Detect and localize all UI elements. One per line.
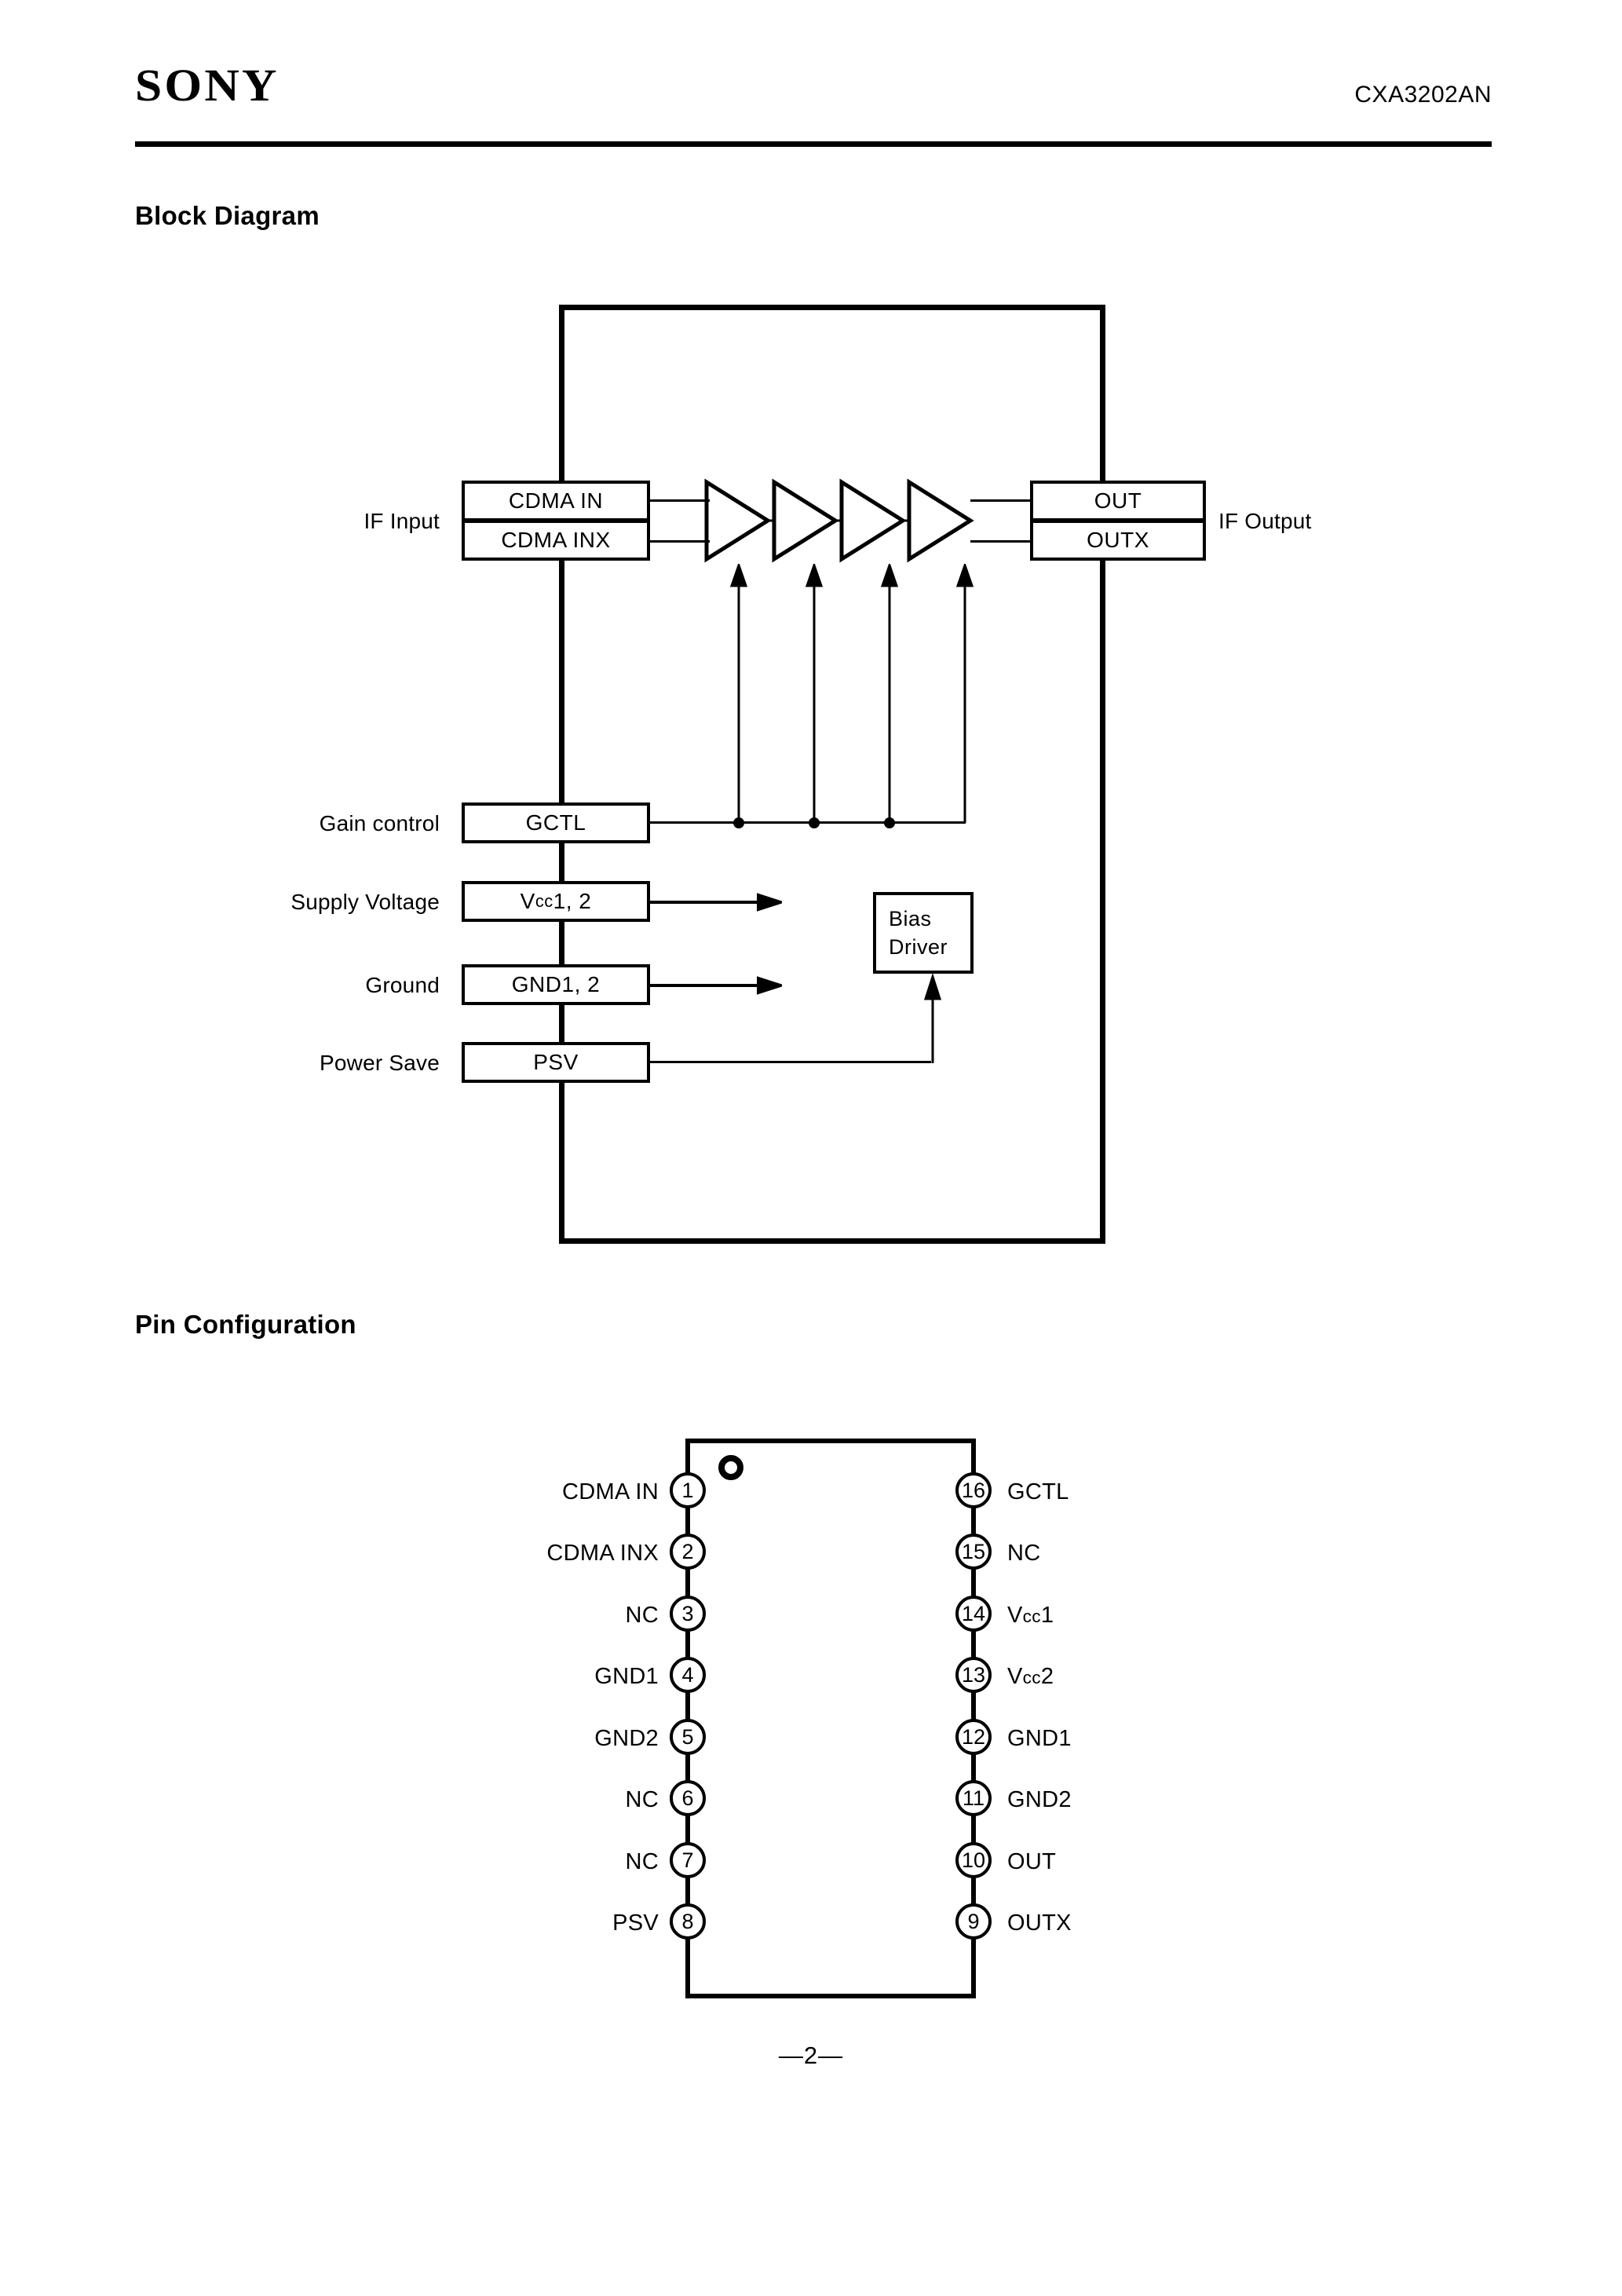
pin-label-7: NC xyxy=(625,1849,659,1874)
pin-circle-5: 5 xyxy=(670,1719,706,1755)
pin-label-1: CDMA IN xyxy=(562,1479,659,1504)
chip-boundary-top xyxy=(559,305,1105,310)
pin-label-14: Vcc1 xyxy=(1007,1603,1054,1629)
block-gnd: GND1, 2 xyxy=(462,964,650,1005)
block-outx: OUTX xyxy=(1030,520,1206,561)
amplifier-4 xyxy=(907,478,974,563)
pin-label-8: PSV xyxy=(612,1910,659,1936)
part-number: CXA3202AN xyxy=(1354,82,1492,108)
pin1-indicator-icon xyxy=(718,1455,743,1480)
amplifier-3 xyxy=(839,478,907,563)
if-input-label: IF Input xyxy=(363,509,440,533)
pin-label-2: CDMA INX xyxy=(546,1541,659,1566)
pin-circle-13: 13 xyxy=(955,1657,992,1693)
pin-circle-9: 9 xyxy=(955,1903,992,1940)
pin-label-16: GCTL xyxy=(1007,1479,1069,1504)
chip-rail-seg-inx-gctl xyxy=(559,561,564,803)
pin-label-13-sub: cc xyxy=(1022,1668,1041,1687)
pin-circle-15: 15 xyxy=(955,1534,992,1570)
bias-driver-line-2: Driver xyxy=(889,935,948,959)
block-vcc-sub: cc xyxy=(535,891,553,911)
gain-control-taps xyxy=(729,564,974,823)
pin-circle-2: 2 xyxy=(670,1534,706,1570)
header-rule xyxy=(135,141,1492,147)
pin-label-14-suffix: 1 xyxy=(1040,1603,1054,1628)
pin-circle-14: 14 xyxy=(955,1596,992,1632)
wire-psv-horizontal xyxy=(648,1061,931,1063)
chip-rail-seg-psv-bottom xyxy=(559,1083,564,1244)
page-number: —2— xyxy=(778,2042,844,2069)
wire-cdma-in-to-amp xyxy=(648,499,710,502)
block-bias-driver: Bias Driver xyxy=(873,892,974,974)
ground-label: Ground xyxy=(365,973,440,997)
pin-label-6: NC xyxy=(625,1787,659,1812)
package-outline-bottom xyxy=(685,1994,976,1998)
page-title-block-diagram: Block Diagram xyxy=(135,201,320,230)
pin-label-3: NC xyxy=(625,1603,659,1628)
pin-label-14-sub: cc xyxy=(1022,1607,1041,1626)
amplifier-1 xyxy=(704,478,772,563)
power-save-label: Power Save xyxy=(320,1051,440,1075)
pin-circle-10: 10 xyxy=(955,1842,992,1878)
pin-label-13: Vcc2 xyxy=(1007,1664,1054,1690)
amplifier-2 xyxy=(772,478,839,563)
chip-rail-seg-vcc-gnd xyxy=(559,922,564,964)
pin-label-5: GND2 xyxy=(594,1726,659,1751)
block-vcc-suffix: 1, 2 xyxy=(553,889,592,913)
block-out: OUT xyxy=(1030,481,1206,521)
wire-amp-top-rail xyxy=(970,499,1032,502)
pin-circle-12: 12 xyxy=(955,1719,992,1755)
page-title-pin-configuration: Pin Configuration xyxy=(135,1310,356,1339)
package-outline-top xyxy=(685,1439,976,1443)
block-gctl: GCTL xyxy=(462,803,650,843)
wire-psv-to-bias-arrow xyxy=(923,974,942,1063)
block-psv: PSV xyxy=(462,1042,650,1083)
sony-logo: SONY xyxy=(135,60,279,111)
block-vcc: Vcc 1, 2 xyxy=(462,881,650,922)
pin-circle-7: 7 xyxy=(670,1842,706,1878)
pin-circle-1: 1 xyxy=(670,1472,706,1508)
pin-label-4: GND1 xyxy=(594,1664,659,1689)
wire-amp-bottom-rail xyxy=(970,540,1032,543)
wire-cdma-inx-to-amp xyxy=(648,540,710,543)
gain-control-label: Gain control xyxy=(319,811,440,835)
pin-label-13-suffix: 2 xyxy=(1040,1664,1054,1689)
amplifier-chain xyxy=(704,478,974,563)
pin-label-14-prefix: V xyxy=(1007,1603,1023,1628)
pin-label-11: GND2 xyxy=(1007,1787,1072,1812)
gnd-arrow xyxy=(648,976,782,995)
vcc-arrow xyxy=(648,893,782,912)
if-output-label: IF Output xyxy=(1218,509,1312,533)
pin-circle-4: 4 xyxy=(670,1657,706,1693)
bias-driver-line-1: Bias xyxy=(889,906,932,930)
block-vcc-prefix: V xyxy=(520,889,535,913)
supply-voltage-label: Supply Voltage xyxy=(290,890,440,914)
pin-circle-11: 11 xyxy=(955,1780,992,1816)
pin-label-13-prefix: V xyxy=(1007,1664,1023,1689)
pin-label-10: OUT xyxy=(1007,1849,1057,1874)
chip-boundary-bottom xyxy=(559,1238,1105,1244)
chip-boundary-right xyxy=(1100,305,1105,1244)
block-cdma-in: CDMA IN xyxy=(462,481,650,521)
chip-rail-seg-gctl-vcc xyxy=(559,843,564,881)
pin-label-9: OUTX xyxy=(1007,1910,1072,1936)
pin-circle-6: 6 xyxy=(670,1780,706,1816)
block-cdma-inx: CDMA INX xyxy=(462,520,650,561)
chip-rail-seg-gnd-psv xyxy=(559,1005,564,1042)
pin-label-15: NC xyxy=(1007,1541,1041,1566)
pin-label-12: GND1 xyxy=(1007,1726,1072,1751)
pin-circle-3: 3 xyxy=(670,1596,706,1632)
pin-circle-8: 8 xyxy=(670,1903,706,1940)
datasheet-page: SONY CXA3202AN Block Diagram IF Input CD… xyxy=(0,0,1622,2296)
pin-circle-16: 16 xyxy=(955,1472,992,1508)
